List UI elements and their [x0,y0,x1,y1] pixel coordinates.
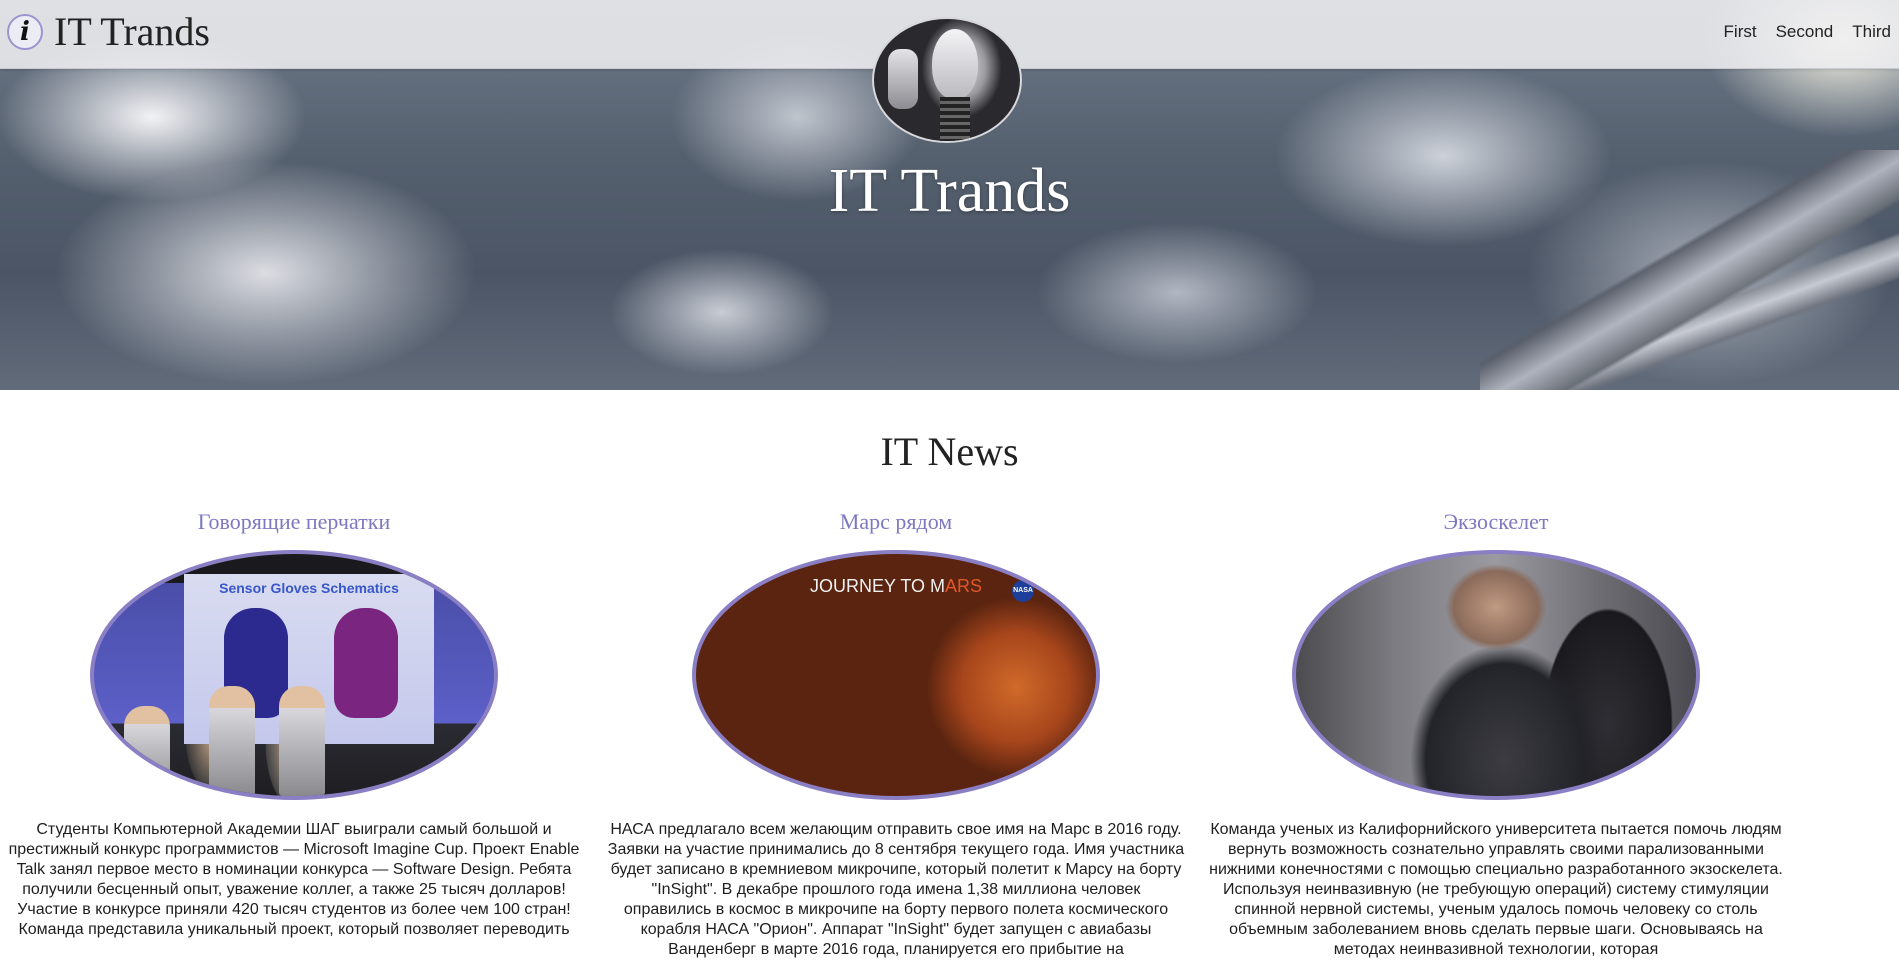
journey-to-mars-image[interactable]: JOURNEY TO MARS NASA [692,550,1100,800]
screen-caption: Sensor Gloves Schematics [219,580,399,596]
news-section-title: IT News [880,429,1019,474]
card-heading[interactable]: Говорящие перчатки [4,500,584,544]
nav-link-second[interactable]: Second [1776,22,1834,42]
nasa-logo-icon: NASA [1012,580,1034,602]
glove-right-shape [334,608,398,718]
exoskeleton-image[interactable] [1292,550,1700,800]
hero-title: IT Trands [828,157,1071,225]
card-body-text: НАСА предлагало всем желающим отправить … [607,821,1185,958]
mars-image-caption: JOURNEY TO MARS [809,576,983,596]
person-figure [279,686,325,796]
card-heading[interactable]: Марс рядом [606,500,1186,544]
robot-face-shape [932,29,978,99]
news-card-mars: Марс рядом JOURNEY TO MARS NASA НАСА пре… [606,500,1186,960]
brand-title[interactable]: IT Trands [54,6,210,58]
sensor-gloves-image[interactable]: Sensor Gloves Schematics [90,550,498,800]
robot-avatar-image [872,17,1022,143]
info-icon[interactable]: i [7,14,43,50]
news-card-gloves: Говорящие перчатки Sensor Gloves Schemat… [4,500,584,940]
card-body-text: Команда ученых из Калифорнийского универ… [1209,821,1783,958]
nav-links: First Second Third [1705,22,1891,42]
nav-link-third[interactable]: Third [1852,22,1891,42]
person-figure [124,706,170,796]
news-card-exoskeleton: Экзоскелет Команда ученых из Калифорнийс… [1206,500,1786,960]
robot-neck-shape [940,97,970,141]
nav-link-first[interactable]: First [1724,22,1757,42]
card-body-text: Студенты Компьютерной Академии ШАГ выигр… [8,821,580,938]
card-heading[interactable]: Экзоскелет [1206,500,1786,544]
person-figure [209,686,255,796]
robot-hand-shape [888,49,918,109]
